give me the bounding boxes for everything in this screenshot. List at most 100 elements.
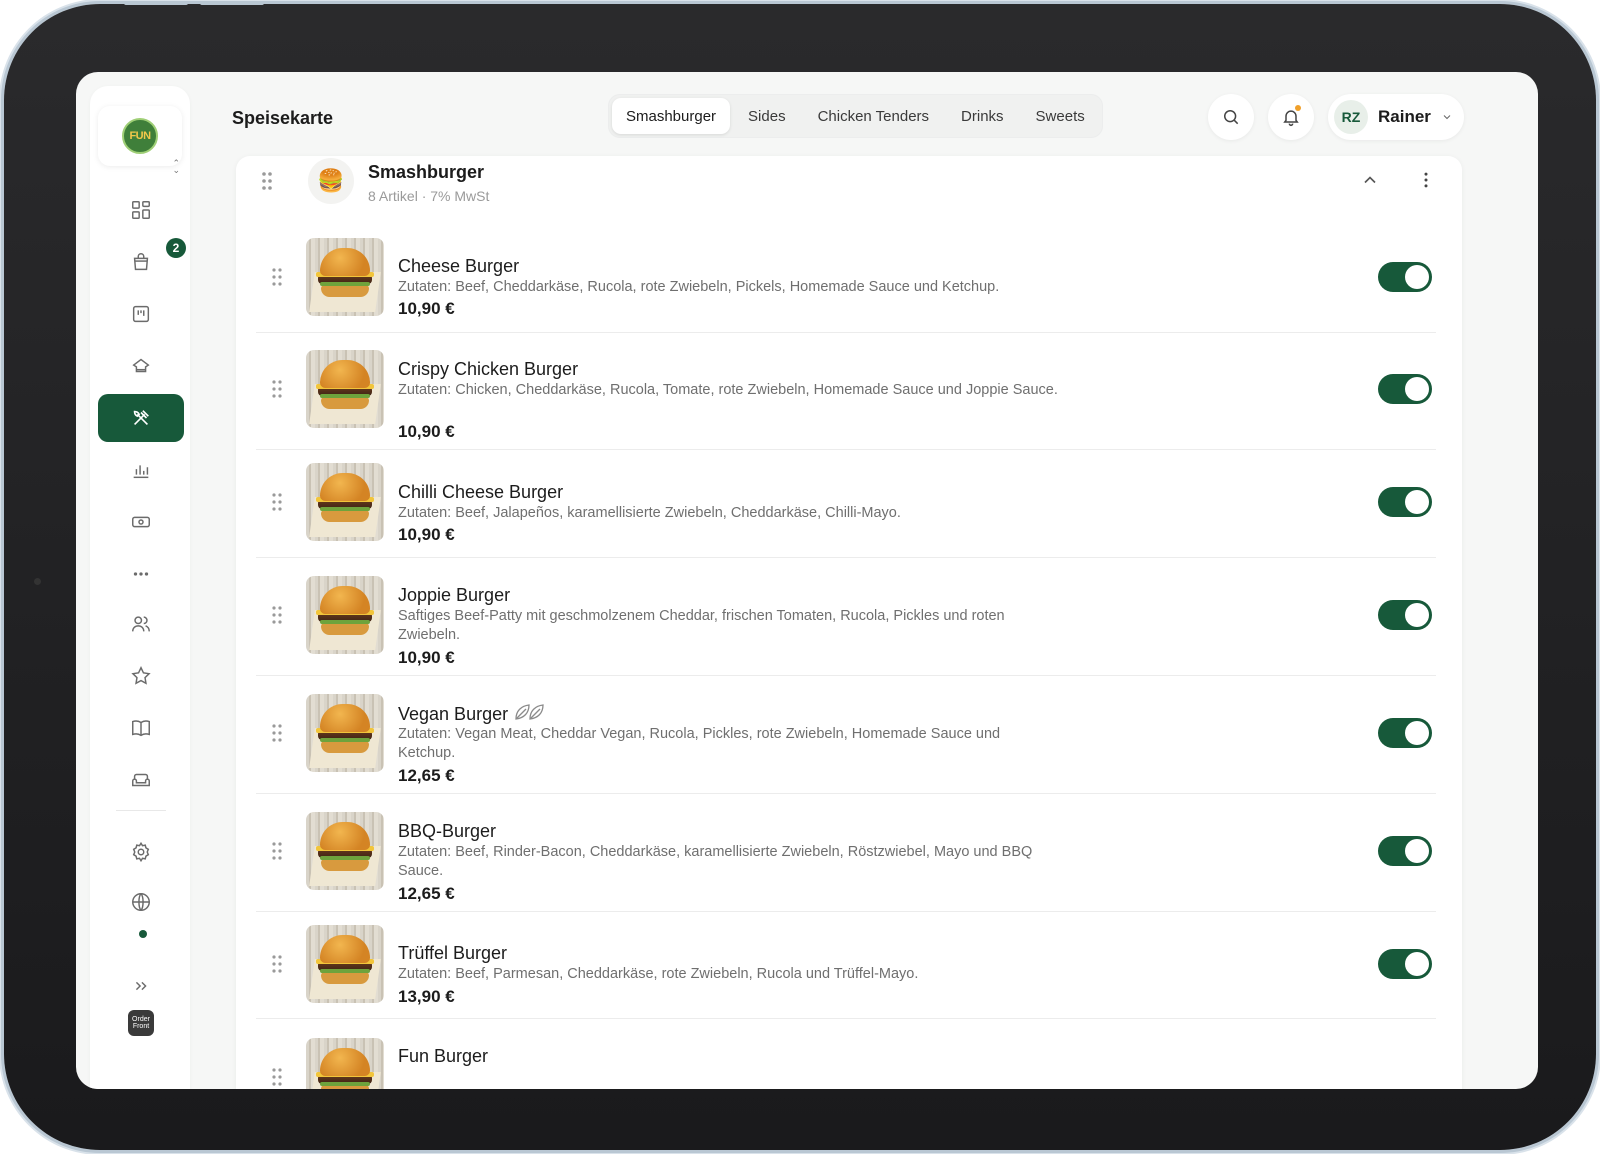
sidebar-item-language[interactable] xyxy=(98,878,184,926)
sidebar-item-orders[interactable]: 2 xyxy=(98,238,186,286)
more-vertical-icon xyxy=(1424,172,1428,188)
sidebar-item-customers[interactable] xyxy=(98,600,184,648)
page-title: Speisekarte xyxy=(232,108,334,128)
item-availability-toggle[interactable] xyxy=(1378,487,1432,517)
item-divider xyxy=(256,332,1436,333)
drag-handle-icon xyxy=(272,493,282,511)
sidebar-item-guide[interactable] xyxy=(98,704,184,752)
chef-hat-icon xyxy=(132,358,150,373)
item-image xyxy=(306,463,384,541)
item-name-text: Cheese Burger xyxy=(398,256,520,276)
item-name: Chilli Cheese Burger xyxy=(398,482,563,503)
item-divider xyxy=(256,911,1436,912)
user-name: Rainer xyxy=(1378,107,1431,126)
item-drag-handle[interactable] xyxy=(270,378,284,405)
item-drag-handle[interactable] xyxy=(270,953,284,980)
item-drag-handle[interactable] xyxy=(270,722,284,749)
tab-sides[interactable]: Sides xyxy=(734,98,800,134)
search-button[interactable] xyxy=(1208,94,1254,140)
item-price: 10,90 € xyxy=(398,422,455,441)
cash-icon xyxy=(132,516,150,528)
item-name-text: Crispy Chicken Burger xyxy=(398,359,579,379)
item-description: Zutaten: Beef, Rinder-Bacon, Cheddarkäse… xyxy=(398,844,1033,879)
sidebar-item-kitchen[interactable] xyxy=(98,290,184,338)
drag-handle-icon xyxy=(272,268,282,286)
item-drag-handle[interactable] xyxy=(270,604,284,631)
item-drag-handle[interactable] xyxy=(270,266,284,293)
sidebar-divider xyxy=(116,810,166,811)
notification-dot xyxy=(1295,105,1301,111)
sidebar-expand-button[interactable] xyxy=(98,962,184,1010)
dashboard-icon xyxy=(132,201,150,219)
item-name: Fun Burger xyxy=(398,1046,488,1067)
item-availability-toggle[interactable] xyxy=(1378,836,1432,866)
item-image xyxy=(306,1038,384,1089)
item-availability-toggle[interactable] xyxy=(1378,262,1432,292)
item-description: Zutaten: Vegan Meat, Cheddar Vegan, Ruco… xyxy=(398,726,1001,761)
sidebar: FUN ⌃ ⌄ 2 Order Front xyxy=(90,86,190,1089)
item-image xyxy=(306,350,384,428)
item-description: Zutaten: Beef, Jalapeños, karamellisiert… xyxy=(398,505,901,521)
item-name: Crispy Chicken Burger xyxy=(398,359,578,380)
item-name-text: Chilli Cheese Burger xyxy=(398,482,564,502)
user-menu[interactable]: RZ Rainer xyxy=(1328,94,1464,140)
kitchen-board-icon xyxy=(132,305,150,323)
sidebar-item-statistics[interactable] xyxy=(98,446,184,494)
book-icon xyxy=(132,720,150,737)
vegan-leaf-icon xyxy=(514,703,546,726)
drag-handle-icon xyxy=(262,172,272,190)
volume-button xyxy=(124,1,188,5)
item-price: 12,65 € xyxy=(398,766,455,785)
cutlery-icon xyxy=(133,410,149,426)
item-price: 10,90 € xyxy=(398,299,455,318)
restaurant-logo: FUN xyxy=(122,118,158,154)
item-price: 13,90 € xyxy=(398,987,455,1006)
item-price: 10,90 € xyxy=(398,525,455,544)
sidebar-item-reviews[interactable] xyxy=(98,652,184,700)
item-divider xyxy=(256,793,1436,794)
item-availability-toggle[interactable] xyxy=(1378,600,1432,630)
tab-chicken-tenders[interactable]: Chicken Tenders xyxy=(804,98,943,134)
order-front-logo: Order Front xyxy=(128,1010,154,1036)
item-image xyxy=(306,925,384,1003)
item-name: BBQ-Burger xyxy=(398,821,496,842)
star-icon xyxy=(131,666,151,685)
bar-chart-icon xyxy=(133,465,149,479)
sidebar-item-tables[interactable] xyxy=(98,756,184,804)
item-availability-toggle[interactable] xyxy=(1378,718,1432,748)
category-options-button[interactable] xyxy=(1416,170,1436,195)
notifications-button[interactable] xyxy=(1268,94,1314,140)
item-name-text: Vegan Burger xyxy=(398,704,509,724)
item-drag-handle[interactable] xyxy=(270,491,284,518)
item-description: Zutaten: Beef, Parmesan, Cheddarkäse, ro… xyxy=(398,966,919,982)
category-drag-handle[interactable] xyxy=(260,170,274,197)
sidebar-item-menu[interactable] xyxy=(98,394,184,442)
item-name-text: BBQ-Burger xyxy=(398,821,497,841)
drag-handle-icon xyxy=(272,380,282,398)
tab-drinks[interactable]: Drinks xyxy=(947,98,1018,134)
item-image xyxy=(306,238,384,316)
sidebar-item-payments[interactable] xyxy=(98,498,184,546)
tab-smashburger[interactable]: Smashburger xyxy=(612,98,731,134)
sidebar-item-more[interactable] xyxy=(98,550,184,598)
item-availability-toggle[interactable] xyxy=(1378,949,1432,979)
item-availability-toggle[interactable] xyxy=(1378,374,1432,404)
globe-icon xyxy=(132,893,150,911)
item-drag-handle[interactable] xyxy=(270,840,284,867)
chevron-down-icon xyxy=(1443,115,1451,120)
item-name: Cheese Burger xyxy=(398,256,519,277)
tab-sweets[interactable]: Sweets xyxy=(1022,98,1099,134)
drag-handle-icon xyxy=(272,724,282,742)
category-subtitle: 8 Artikel · 7% MwSt xyxy=(368,188,490,204)
more-horizontal-icon xyxy=(133,572,149,576)
item-drag-handle[interactable] xyxy=(270,1066,284,1089)
settings-gear-icon xyxy=(132,841,150,863)
volume-button xyxy=(200,1,264,5)
sidebar-item-dashboard[interactable] xyxy=(98,186,184,234)
collapse-button[interactable] xyxy=(1360,170,1380,195)
category-header: 🍔 Smashburger 8 Artikel · 7% MwSt xyxy=(236,156,1462,212)
sidebar-item-chef[interactable] xyxy=(98,342,184,390)
restaurant-switcher[interactable]: FUN ⌃ ⌄ xyxy=(98,106,182,175)
camera xyxy=(34,578,41,585)
sidebar-item-settings[interactable] xyxy=(98,828,184,876)
